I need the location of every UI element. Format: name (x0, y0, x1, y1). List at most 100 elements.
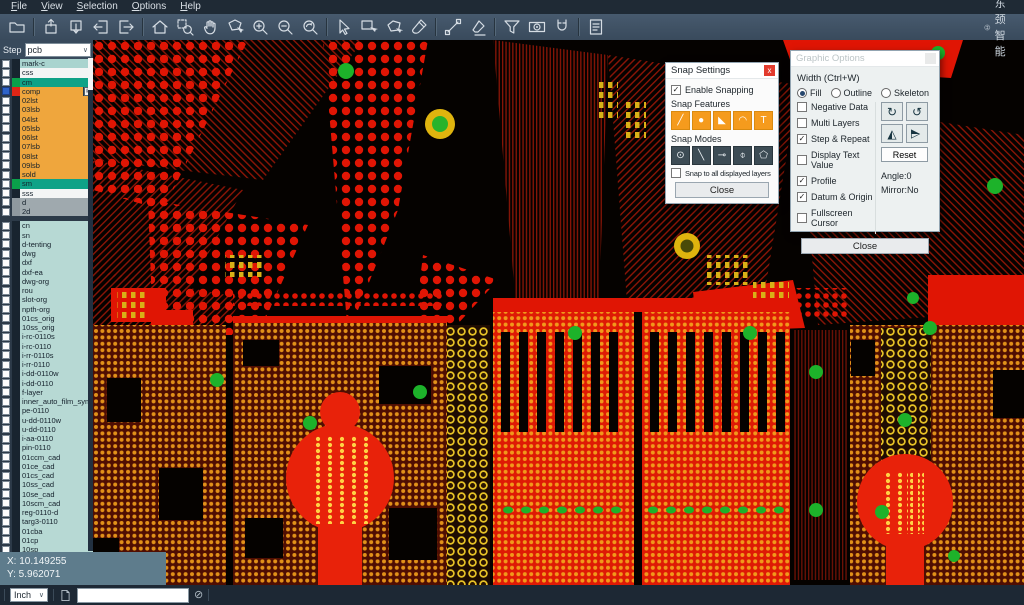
layer-visibility-checkbox[interactable] (2, 305, 10, 313)
layer-visibility-checkbox[interactable] (2, 462, 10, 470)
layer-row-07lsb[interactable]: 07lsb (0, 142, 93, 151)
layer-row-06lst[interactable]: 06lst (0, 133, 93, 142)
layer-visibility-checkbox[interactable] (2, 240, 10, 248)
layer-visibility-checkbox[interactable] (2, 198, 10, 206)
layer-row-09lsb[interactable]: 09lsb (0, 161, 93, 170)
layer-row-03lsb[interactable]: 03lsb (0, 105, 93, 114)
layer-visibility-checkbox[interactable] (2, 490, 10, 498)
layer-visibility-checkbox[interactable] (2, 69, 10, 77)
layer-row-mark-c[interactable]: mark-c (0, 59, 93, 68)
graphic-close-button[interactable]: Close (801, 238, 929, 254)
zoom-out-button[interactable] (272, 16, 297, 38)
import-left-button[interactable] (88, 16, 113, 38)
layer-visibility-checkbox[interactable] (2, 161, 10, 169)
layer-row-sm[interactable]: sm (0, 179, 93, 188)
layer-visibility-checkbox[interactable] (2, 171, 10, 179)
layer-visibility-checkbox[interactable] (2, 499, 10, 507)
layer-row-f-layer[interactable]: f-layer (0, 388, 93, 397)
snap-close-button[interactable]: Close (675, 182, 769, 198)
snap-point-button[interactable]: ╲ (692, 146, 711, 165)
layer-row-css[interactable]: css (0, 68, 93, 77)
eraser-button[interactable] (465, 16, 490, 38)
enable-snapping-checkbox[interactable]: ✓Enable Snapping (671, 85, 773, 95)
layer-row-comp[interactable]: comp▤ (0, 87, 93, 96)
layer-visibility-checkbox[interactable] (2, 180, 10, 188)
layer-visibility-checkbox[interactable] (2, 425, 10, 433)
layer-visibility-checkbox[interactable] (2, 379, 10, 387)
layer-row-10se-cad[interactable]: 10se_cad (0, 490, 93, 499)
layer-visibility-checkbox[interactable] (2, 536, 10, 544)
layer-visibility-checkbox[interactable] (2, 115, 10, 123)
layer-visibility-checkbox[interactable] (2, 333, 10, 341)
layer-visibility-checkbox[interactable] (2, 231, 10, 239)
snap-line-button[interactable]: ╱ (671, 111, 690, 130)
menu-options[interactable]: Options (125, 0, 173, 14)
layer-row-cm[interactable]: cm (0, 78, 93, 87)
layer-row-04lst[interactable]: 04lst (0, 115, 93, 124)
option-multi-layers[interactable]: Multi Layers (797, 118, 875, 128)
layer-visibility-checkbox[interactable] (2, 189, 10, 197)
scrollbar-thumb[interactable] (88, 58, 93, 90)
layer-row-rou[interactable]: rou (0, 286, 93, 295)
layer-visibility-checkbox[interactable] (2, 87, 10, 95)
checkbox-unchecked[interactable] (797, 102, 807, 112)
option-display-text-value[interactable]: Display Text Value (797, 150, 875, 170)
option-profile[interactable]: ✓Profile (797, 176, 875, 186)
option-fullscreen-cursor[interactable]: Fullscreen Cursor (797, 208, 875, 228)
highlight-brush-button[interactable] (406, 16, 431, 38)
layer-row-i-rc-0110[interactable]: i-rc-0110 (0, 342, 93, 351)
layer-row-sn[interactable]: sn (0, 231, 93, 240)
select-arrow-button[interactable] (331, 16, 356, 38)
layer-row-u-dd-0110w[interactable]: u-dd-0110w (0, 416, 93, 425)
mirror-horizontal-button[interactable]: ◭ (881, 124, 903, 143)
checkbox-unchecked[interactable] (671, 168, 681, 178)
execute-icon[interactable]: ⊘ (194, 590, 203, 601)
layer-row-reg-0110-d[interactable]: reg-0110-d (0, 508, 93, 517)
rotate-cw-button[interactable]: ↻ (881, 102, 903, 121)
export-right-button[interactable] (113, 16, 138, 38)
snap-magnet-button[interactable] (549, 16, 574, 38)
snap-surface-button[interactable]: ◣ (713, 111, 732, 130)
command-input[interactable] (77, 588, 189, 603)
checkbox-checked[interactable]: ✓ (797, 176, 807, 186)
close-icon[interactable] (925, 53, 936, 64)
import-job-button[interactable] (38, 16, 63, 38)
layer-row-inner-auto-film-symb[interactable]: inner_auto_film_symb (0, 397, 93, 406)
layer-row-05lsb[interactable]: 05lsb (0, 124, 93, 133)
layer-visibility-checkbox[interactable] (2, 527, 10, 535)
snap-pad-button[interactable]: ● (692, 111, 711, 130)
layer-visibility-checkbox[interactable] (2, 518, 10, 526)
layer-row-10ss-orig[interactable]: 10ss_orig (0, 323, 93, 332)
snap-dialog-titlebar[interactable]: Snap Settings x (666, 63, 778, 79)
checkbox-checked[interactable]: ✓ (797, 192, 807, 202)
snap-profile-edge-button[interactable]: ⬠ (754, 146, 773, 165)
layer-row-u-dd-0110[interactable]: u-dd-0110 (0, 425, 93, 434)
layer-row-dxf-ea[interactable]: dxf-ea (0, 268, 93, 277)
reset-button[interactable]: Reset (881, 147, 928, 162)
layer-visibility-checkbox[interactable] (2, 361, 10, 369)
layer-row-01cs-orig[interactable]: 01cs_orig (0, 314, 93, 323)
layer-row-i-aa-0110[interactable]: i-aa-0110 (0, 434, 93, 443)
view-options-button[interactable] (524, 16, 549, 38)
layer-visibility-checkbox[interactable] (2, 342, 10, 350)
layer-row-01cba[interactable]: 01cba (0, 527, 93, 536)
layer-row-2d[interactable]: 2d (0, 207, 93, 216)
layer-row-d[interactable]: d (0, 198, 93, 207)
step-select[interactable]: pcb ∨ (25, 43, 91, 57)
layer-row-dwg[interactable]: dwg (0, 249, 93, 258)
layer-row-01cp[interactable]: 01cp (0, 536, 93, 545)
layer-row-d-tenting[interactable]: d-tenting (0, 240, 93, 249)
polygon-select-button[interactable] (381, 16, 406, 38)
layer-row-10ss-cad[interactable]: 10ss_cad (0, 480, 93, 489)
layer-row-i-rr-0110[interactable]: i-rr-0110 (0, 360, 93, 369)
layer-row-08lst[interactable]: 08lst (0, 152, 93, 161)
layer-visibility-checkbox[interactable] (2, 152, 10, 160)
close-icon[interactable]: x (764, 65, 775, 76)
pan-hand-button[interactable] (197, 16, 222, 38)
layer-visibility-checkbox[interactable] (2, 124, 10, 132)
rect-select-button[interactable] (356, 16, 381, 38)
menu-help[interactable]: Help (173, 0, 208, 14)
layer-visibility-checkbox[interactable] (2, 453, 10, 461)
export-down-button[interactable] (63, 16, 88, 38)
layer-visibility-checkbox[interactable] (2, 134, 10, 142)
